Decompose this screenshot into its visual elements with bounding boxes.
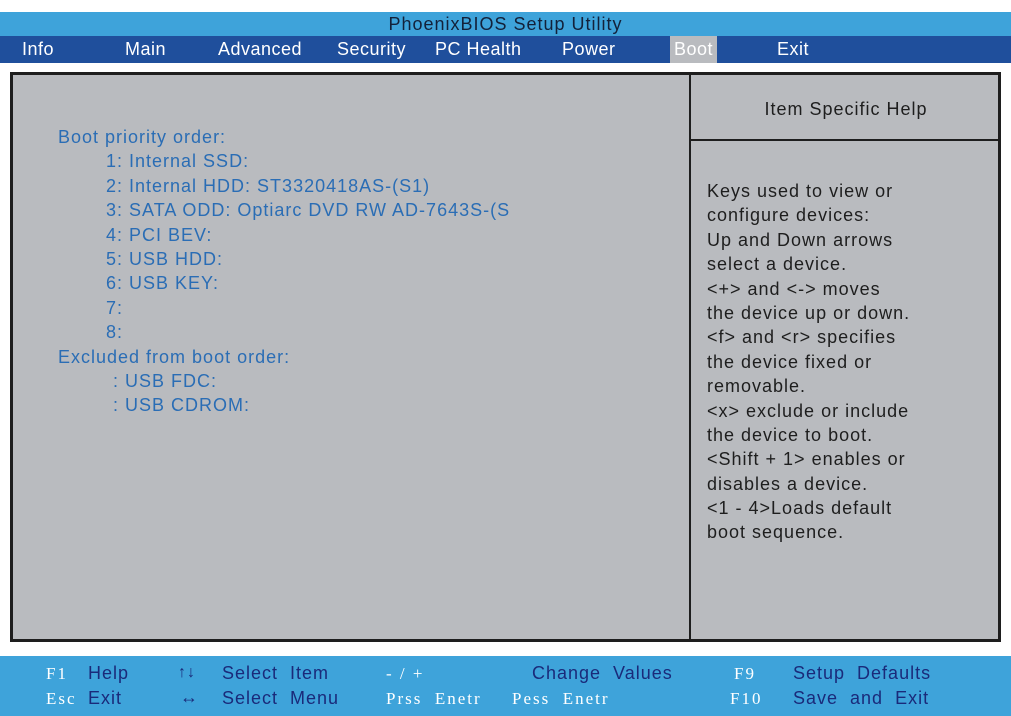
help-line: the device up or down. xyxy=(707,302,911,323)
enter-key-label: Prss Enetr xyxy=(386,689,482,708)
help-line: removable. xyxy=(707,376,807,397)
tab-security[interactable]: Security xyxy=(337,36,406,63)
boot-device-3[interactable]: 3: SATA ODD: Optiarc DVD RW AD-7643S-(S xyxy=(58,198,678,222)
help-line: <x> exclude or include xyxy=(707,400,910,421)
panel-divider xyxy=(689,75,691,639)
help-title: Item Specific Help xyxy=(764,99,928,119)
main-panel: Boot priority order: 1: Internal SSD: 2:… xyxy=(10,72,1001,642)
help-line: Keys used to view or xyxy=(707,181,894,201)
help-action: Help xyxy=(88,663,130,683)
help-line: the device to boot. xyxy=(707,424,874,445)
esc-key-label: Esc xyxy=(46,689,77,708)
tab-main[interactable]: Main xyxy=(125,36,166,63)
select-menu-action: Select Menu xyxy=(222,688,340,708)
tab-exit[interactable]: Exit xyxy=(777,36,809,63)
setup-defaults-action: Setup Defaults xyxy=(793,663,932,683)
exit-action: Exit xyxy=(88,688,123,708)
excluded-device-usb-cdrom[interactable]: : USB CDROM: xyxy=(58,393,678,417)
boot-device-5[interactable]: 5: USB HDD: xyxy=(58,247,678,271)
boot-order-list: Boot priority order: 1: Internal SSD: 2:… xyxy=(58,125,678,418)
help-line: Up and Down arrows xyxy=(707,229,894,250)
help-text: Keys used to view or configure devices: … xyxy=(707,179,997,545)
plus-minus-key-label: - / + xyxy=(386,664,425,683)
tab-pc-health[interactable]: PC Health xyxy=(435,36,522,63)
f9-key-label: F9 xyxy=(734,664,756,683)
tab-advanced[interactable]: Advanced xyxy=(218,36,302,63)
tab-boot[interactable]: Boot xyxy=(670,36,718,63)
boot-device-2[interactable]: 2: Internal HDD: ST3320418AS-(S1) xyxy=(58,174,678,198)
boot-device-6[interactable]: 6: USB KEY: xyxy=(58,271,678,295)
menu-bar: Info Main Advanced Security PC Health Po… xyxy=(0,36,1011,63)
save-and-exit-action: Save and Exit xyxy=(793,688,930,708)
help-line: disables a device. xyxy=(707,473,869,494)
window-title: PhoenixBIOS Setup Utility xyxy=(0,12,1011,36)
tab-power[interactable]: Power xyxy=(562,36,616,63)
boot-device-1[interactable]: 1: Internal SSD: xyxy=(58,149,678,173)
enter-action: Pess Enetr xyxy=(512,689,610,708)
help-line: <+> and <-> moves xyxy=(707,278,881,299)
help-line: select a device. xyxy=(707,254,848,275)
excluded-device-usb-fdc[interactable]: : USB FDC: xyxy=(58,369,678,393)
tab-info[interactable]: Info xyxy=(22,36,54,63)
help-line: <Shift + 1> enables or xyxy=(707,449,906,470)
f1-key-label: F1 xyxy=(46,664,68,683)
boot-excluded-heading: Excluded from boot order: xyxy=(58,346,291,367)
help-line: configure devices: xyxy=(707,205,871,226)
f10-key-label: F10 xyxy=(730,689,763,708)
boot-device-8[interactable]: 8: xyxy=(58,320,678,344)
select-item-action: Select Item xyxy=(222,663,330,683)
change-values-action: Change Values xyxy=(532,663,673,683)
help-line: <f> and <r> specifies xyxy=(707,327,897,348)
key-legend-footer: F1 Help ↑↓ Select Item - / + Change Valu… xyxy=(0,656,1011,716)
boot-priority-heading: Boot priority order: xyxy=(58,127,227,147)
help-divider xyxy=(691,139,1001,141)
help-line: <1 - 4>Loads default xyxy=(707,498,893,519)
boot-device-7[interactable]: 7: xyxy=(58,296,678,320)
up-down-arrows-icon: ↑↓ xyxy=(178,664,196,681)
boot-device-4[interactable]: 4: PCI BEV: xyxy=(58,223,678,247)
left-right-arrows-icon: ↔ xyxy=(180,687,199,707)
help-line: the device fixed or xyxy=(707,351,873,372)
help-line: boot sequence. xyxy=(707,522,845,543)
